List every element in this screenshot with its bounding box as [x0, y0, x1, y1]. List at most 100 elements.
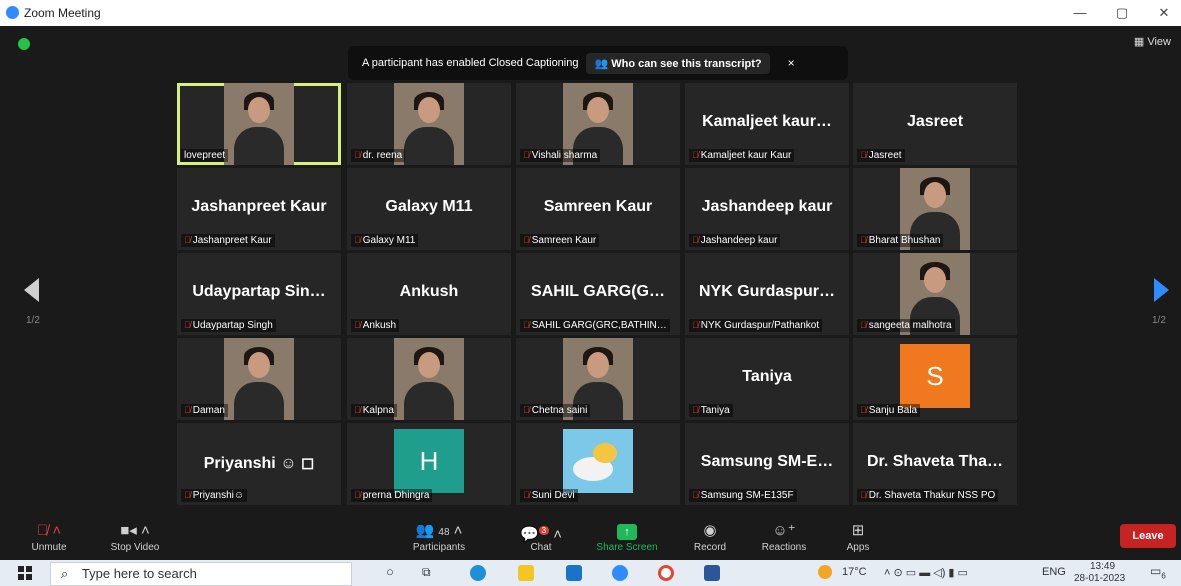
notification-count: 6: [1161, 571, 1166, 581]
muted-microphone-icon: 🎙̸: [523, 320, 530, 330]
participant-tile-daman[interactable]: 🎙̸ Daman: [177, 338, 341, 420]
participant-display-name: Taniya: [742, 368, 792, 385]
participant-name-text: Samsung SM-E135F: [700, 490, 794, 501]
participant-tile-prerna-dhingra[interactable]: H 🎙̸ prerna Dhingra: [347, 423, 511, 505]
participant-video: [224, 83, 294, 165]
participant-tile-samreen-kaur[interactable]: Samreen Kaur 🎙̸ Samreen Kaur: [516, 168, 680, 250]
participant-tile-sahil-garg-grc-bathin[interactable]: SAHIL GARG(G… 🎙̸ SAHIL GARG(GRC,BATHIN…: [516, 253, 680, 335]
system-tray-icons[interactable]: ˄ ⊙ ▭ ▬ ◁) ▮ ▭: [884, 566, 968, 579]
muted-microphone-icon: 🎙̸: [692, 235, 699, 245]
participant-tile-priyanshi[interactable]: Priyanshi ☺ ◻ 🎙̸ Priyanshi☺: [177, 423, 341, 505]
apps-label: Apps: [846, 542, 870, 553]
chrome-icon[interactable]: [658, 565, 674, 581]
zoom-taskbar-icon[interactable]: [612, 565, 628, 581]
participant-tile-dr-shaveta-thakur-nss-po[interactable]: Dr. Shaveta Tha… 🎙̸ Dr. Shaveta Thakur NSS…: [853, 423, 1017, 505]
participant-name-label: 🎙̸ Jasreet: [857, 149, 905, 162]
page-indicator-right: 1/2: [1152, 315, 1166, 326]
muted-microphone-icon: 🎙̸: [354, 150, 361, 160]
view-button[interactable]: ▦ View: [1134, 35, 1171, 48]
muted-microphone-icon: 🎙̸: [860, 235, 867, 245]
participant-display-name: Samreen Kaur: [543, 198, 653, 215]
apps-icon: ⊞: [851, 522, 865, 539]
windows-taskbar: ⌕ Type here to search ○ ⧉ 17°C ˄ ⊙ ▭ ▬ ◁…: [0, 560, 1181, 586]
chat-bubble-icon: 💬: [519, 526, 539, 543]
participant-name-label: 🎙̸ Priyanshi☺: [181, 489, 248, 502]
participants-icon: 👥: [415, 522, 439, 539]
participant-tile-kalpna[interactable]: 🎙̸ Kalpna: [347, 338, 511, 420]
zoom-logo-icon: [6, 6, 19, 19]
participants-button[interactable]: 👥 48 ˄ Participants: [394, 520, 484, 553]
participant-avatar: S: [900, 344, 970, 408]
participant-tile-lovepreet[interactable]: lovepreet: [177, 83, 341, 165]
close-window-button[interactable]: ✕: [1150, 3, 1178, 23]
word-icon[interactable]: [704, 565, 720, 581]
stop-video-button[interactable]: ■◂ ˄ Stop Video: [90, 520, 180, 553]
temperature-readout[interactable]: 17°C: [842, 566, 867, 578]
participant-tile-kamaljeet-kaur-kaur[interactable]: Kamaljeet kaur… 🎙̸ Kamaljeet kaur Kaur: [685, 83, 849, 165]
participant-tile-jashanpreet-kaur[interactable]: Jashanpreet Kaur 🎙̸ Jashanpreet Kaur: [177, 168, 341, 250]
chat-unread-badge: 3: [538, 526, 550, 535]
clock-date[interactable]: 28-01-2023: [1074, 573, 1125, 584]
clock-time[interactable]: 13:49: [1090, 561, 1115, 572]
unmute-button[interactable]: 🎙̸ ˄ Unmute: [4, 520, 94, 553]
participant-tile-sangeeta-malhotra[interactable]: 🎙̸ sangeeta malhotra: [853, 253, 1017, 335]
meeting-toolbar: 🎙̸ ˄ Unmute ■◂ ˄ Stop Video 👥 48 ˄ Parti…: [0, 516, 1181, 560]
muted-microphone-icon: 🎙̸: [523, 235, 530, 245]
mail-icon[interactable]: [566, 565, 582, 581]
participant-name-label: 🎙̸ Daman: [181, 404, 228, 417]
participant-tile-sanju-bala[interactable]: S 🎙̸ Sanju Bala: [853, 338, 1017, 420]
language-indicator[interactable]: ENG: [1042, 566, 1066, 578]
participant-name-text: Bharat Bhushan: [868, 235, 941, 246]
transcript-visibility-button[interactable]: 👥 Who can see this transcript?: [586, 52, 770, 74]
participant-name-label: 🎙̸ Ankush: [351, 319, 400, 332]
chat-button[interactable]: 💬 3 ˄ Chat: [496, 520, 586, 553]
windows-start-icon[interactable]: [18, 566, 32, 580]
cortana-icon[interactable]: ○: [386, 564, 394, 579]
minimize-button[interactable]: —: [1066, 3, 1094, 23]
apps-button[interactable]: ⊞ Apps: [813, 520, 903, 553]
muted-microphone-icon: 🎙̸: [184, 490, 191, 500]
participant-tile-suni-devi[interactable]: 🎙̸ Suni Devi: [516, 423, 680, 505]
participant-name-label: 🎙̸ dr. reena: [351, 149, 406, 162]
taskbar-search-box[interactable]: ⌕ Type here to search: [50, 562, 352, 586]
next-page-arrow-icon[interactable]: [1154, 278, 1170, 302]
security-shield-icon[interactable]: [18, 38, 30, 50]
participant-tile-jashandeep-kaur[interactable]: Jashandeep kaur 🎙̸ Jashandeep kaur: [685, 168, 849, 250]
participant-name-label: 🎙̸ SAHIL GARG(GRC,BATHIN…: [520, 319, 670, 332]
participant-name-label: 🎙̸ Vishali sharma: [520, 149, 601, 162]
banner-close-button[interactable]: ×: [788, 56, 795, 70]
task-view-icon[interactable]: ⧉: [422, 565, 431, 580]
previous-page-arrow-icon[interactable]: [24, 278, 40, 302]
participant-display-name: Jashandeep kaur: [701, 198, 833, 215]
participant-tile-bharat-bhushan[interactable]: 🎙̸ Bharat Bhushan: [853, 168, 1017, 250]
captioning-banner: A participant has enabled Closed Caption…: [348, 46, 848, 80]
participant-tile-dr-reena[interactable]: 🎙̸ dr. reena: [347, 83, 511, 165]
people-icon: 👥: [594, 57, 612, 70]
participant-tile-chetna-saini[interactable]: 🎙̸ Chetna saini: [516, 338, 680, 420]
participant-tile-ankush[interactable]: Ankush 🎙̸ Ankush: [347, 253, 511, 335]
file-explorer-icon[interactable]: [518, 565, 534, 581]
edge-browser-icon[interactable]: [470, 565, 486, 581]
share-screen-button[interactable]: ↑ Share Screen: [582, 520, 672, 553]
notification-center-icon[interactable]: ▭6: [1150, 564, 1166, 580]
participant-tile-galaxy-m11[interactable]: Galaxy M11 🎙̸ Galaxy M11: [347, 168, 511, 250]
weather-icon[interactable]: [818, 565, 832, 579]
bird-profile-picture: [563, 429, 633, 493]
participant-name-text: Daman: [192, 405, 225, 416]
participant-tile-taniya[interactable]: Taniya 🎙̸ Taniya: [685, 338, 849, 420]
muted-microphone-icon: 🎙̸: [523, 490, 530, 500]
participant-tile-jasreet[interactable]: Jasreet 🎙̸ Jasreet: [853, 83, 1017, 165]
participant-display-name: Dr. Shaveta Tha…: [866, 453, 1004, 470]
participant-tile-nyk-gurdaspur-pathankot[interactable]: NYK Gurdaspur… 🎙̸ NYK Gurdaspur/Pathankot: [685, 253, 849, 335]
participant-tile-udaypartap-singh[interactable]: Udaypartap Sin… 🎙̸ Udaypartap Singh: [177, 253, 341, 335]
window-title: Zoom Meeting: [24, 6, 101, 20]
participant-display-name: SAHIL GARG(G…: [531, 283, 665, 300]
participant-tile-samsung-sm-e135f[interactable]: Samsung SM-E… 🎙̸ Samsung SM-E135F: [685, 423, 849, 505]
restore-button[interactable]: ▢: [1108, 3, 1136, 23]
page-indicator-left: 1/2: [26, 315, 40, 326]
participant-name-label: 🎙̸ Dr. Shaveta Thakur NSS PO: [857, 489, 999, 502]
leave-button[interactable]: Leave: [1120, 524, 1176, 548]
reactions-label: Reactions: [761, 542, 807, 553]
participant-name-text: Chetna saini: [531, 405, 588, 416]
participant-tile-vishali-sharma[interactable]: 🎙̸ Vishali sharma: [516, 83, 680, 165]
